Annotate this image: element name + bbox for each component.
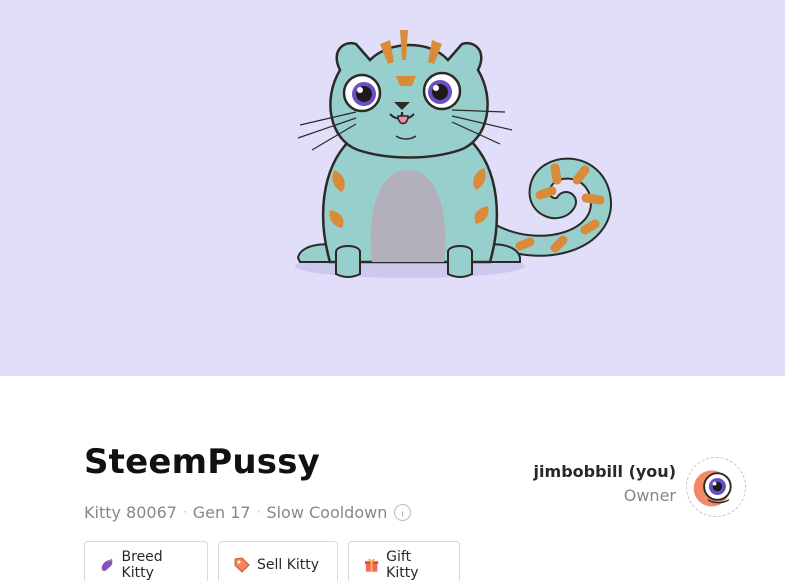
sell-kitty-label: Sell Kitty [257, 557, 320, 573]
kitty-actions: Breed Kitty Sell Kitty Gift Kitty [84, 541, 460, 581]
gift-icon [364, 558, 379, 572]
sell-kitty-button[interactable]: Sell Kitty [218, 541, 338, 581]
kitty-meta-row: Kitty 80067 · Gen 17 · Slow Cooldown [84, 500, 412, 524]
info-icon[interactable] [394, 503, 412, 521]
owner-role: Owner [623, 486, 676, 505]
kitty-cooldown: Slow Cooldown [266, 502, 388, 522]
breed-kitty-label: Breed Kitty [121, 549, 163, 581]
gift-kitty-button[interactable]: Gift Kitty [348, 541, 460, 581]
kitty-illustration [295, 30, 612, 278]
owner-avatar[interactable] [686, 457, 746, 517]
breed-kitty-button[interactable]: Breed Kitty [84, 541, 208, 581]
price-tag-icon [234, 557, 250, 573]
kitty-name-title: SteemPussy [84, 442, 321, 482]
meta-separator: · [256, 505, 261, 519]
eggplant-icon [101, 558, 113, 572]
gift-kitty-label: Gift Kitty [386, 549, 419, 581]
eyeball-icon [693, 470, 732, 507]
owner-info[interactable]: jimbobbill (you) Owner [534, 460, 676, 508]
owner-name[interactable]: jimbobbill (you) [534, 460, 676, 484]
meta-separator: · [182, 505, 187, 519]
kitty-id: Kitty 80067 [84, 502, 177, 522]
kitty-hero-banner [0, 0, 785, 376]
kitty-generation: Gen 17 [192, 502, 251, 522]
